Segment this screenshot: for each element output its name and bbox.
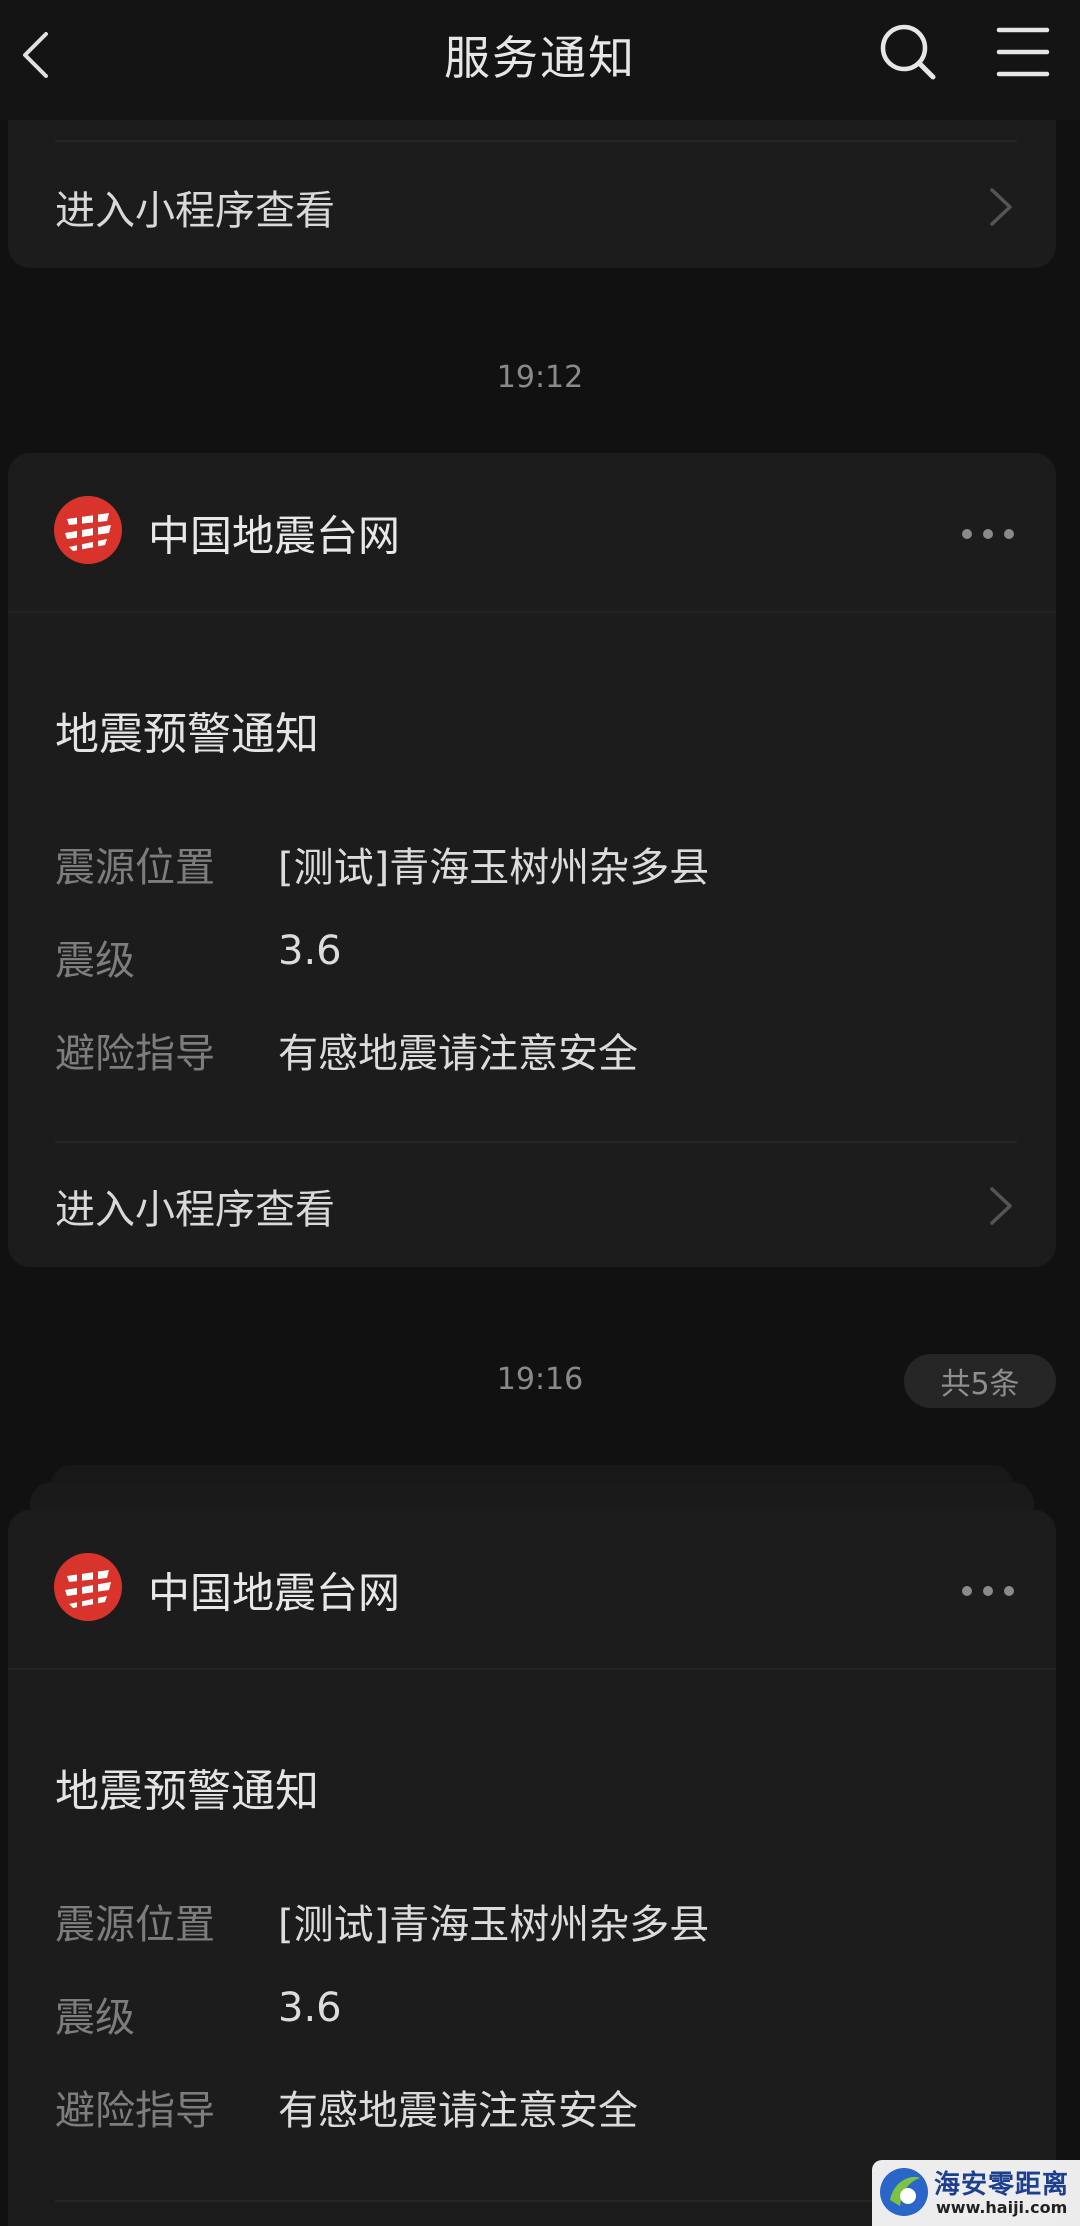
card-header: 中国地震台网	[8, 1510, 1056, 1670]
site-watermark: 海安零距离 www.haiji.com	[872, 2160, 1080, 2226]
menu-icon[interactable]	[995, 24, 1051, 80]
enter-mini-program-label: 进入小程序查看	[55, 188, 335, 234]
notification-card: 中国地震台网 地震预警通知 震源位置 [测试]青海玉树州杂多县 震级 3.6 避…	[8, 1510, 1056, 2226]
notice-title: 地震预警通知	[55, 709, 319, 760]
chevron-left-icon[interactable]	[10, 20, 60, 90]
watermark-name: 海安零距离	[934, 2170, 1070, 2200]
field-value-location: [测试]青海玉树州杂多县	[278, 845, 710, 891]
field-label-guidance: 避险指导	[55, 1031, 215, 1077]
card-divider	[55, 140, 1017, 142]
watermark-url: www.haiji.com	[936, 2198, 1068, 2217]
enter-mini-program-label: 进入小程序查看	[55, 1187, 335, 1233]
card-header: 中国地震台网	[8, 453, 1056, 613]
message-timestamp: 19:12	[496, 360, 584, 395]
card-header-divider	[8, 1668, 1056, 1670]
field-label-location: 震源位置	[55, 845, 215, 891]
chevron-right-icon	[986, 182, 1016, 232]
more-options-icon[interactable]	[960, 1583, 1016, 1597]
enter-mini-program-row[interactable]: 进入小程序查看	[8, 152, 1056, 262]
field-label-magnitude: 震级	[55, 1995, 135, 2041]
field-value-guidance: 有感地震请注意安全	[278, 2088, 638, 2134]
earthquake-network-logo-icon	[53, 1552, 123, 1622]
field-label-magnitude: 震级	[55, 938, 135, 984]
card-divider	[55, 1141, 1017, 1143]
notification-card: 中国地震台网 地震预警通知 震源位置 [测试]青海玉树州杂多县 震级 3.6 避…	[8, 453, 1056, 1267]
enter-mini-program-row[interactable]: 进入小程序查看	[8, 1151, 1056, 1261]
card-header-divider	[8, 611, 1056, 613]
chevron-right-icon	[986, 1181, 1016, 1231]
more-options-icon[interactable]	[960, 526, 1016, 540]
field-value-location: [测试]青海玉树州杂多县	[278, 1902, 710, 1948]
message-count-badge[interactable]: 共5条	[904, 1354, 1056, 1408]
field-label-guidance: 避险指导	[55, 2088, 215, 2134]
field-value-magnitude: 3.6	[278, 1985, 342, 2031]
earthquake-network-logo-icon	[53, 495, 123, 565]
field-value-guidance: 有感地震请注意安全	[278, 1031, 638, 1077]
org-name: 中国地震台网	[148, 1568, 401, 1618]
watermark-logo-icon	[878, 2166, 930, 2218]
notice-title: 地震预警通知	[55, 1766, 319, 1817]
org-name: 中国地震台网	[148, 511, 401, 561]
search-icon[interactable]	[878, 22, 938, 82]
top-bar: 服务通知	[0, 0, 1080, 120]
service-notifications-screen: 服务通知 进入小程序查看 19:12 中国地震台网 地震预警通知 震源位置 [测…	[0, 0, 1080, 2226]
field-label-location: 震源位置	[55, 1902, 215, 1948]
field-value-magnitude: 3.6	[278, 928, 342, 974]
